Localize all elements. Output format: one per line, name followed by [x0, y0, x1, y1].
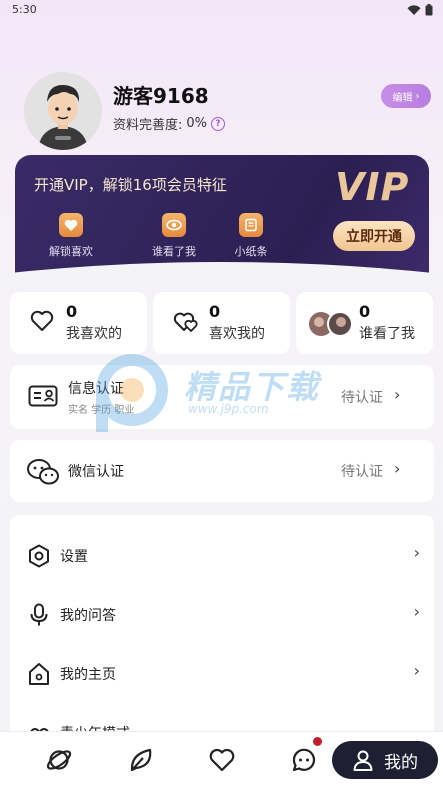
wechat-verification-status: 待认证: [341, 464, 383, 480]
heart-icon: [59, 213, 83, 237]
vip-title: 开通VIP，解锁16项会员特征: [34, 176, 227, 194]
chat-badge: [313, 737, 322, 746]
menu-item-my-homepage[interactable]: 我的主页 ›: [10, 645, 434, 703]
completeness-value: 0%: [186, 116, 208, 131]
stat-i-liked[interactable]: 0 我喜欢的: [10, 292, 147, 354]
wifi-icon: [407, 4, 421, 15]
nav-tab-mine-label: 我的: [384, 752, 418, 773]
chat-bubble-icon[interactable]: [290, 746, 318, 774]
stat-label: 喜欢我的: [209, 326, 265, 342]
stat-count: 0: [359, 302, 371, 321]
menu-label: 青少年模式: [60, 723, 130, 731]
heart-icon[interactable]: [208, 746, 236, 774]
stat-liked-me[interactable]: 0 喜欢我的: [153, 292, 290, 354]
vip-open-button[interactable]: 立即开通: [333, 221, 415, 251]
stat-count: 0: [209, 302, 221, 321]
stat-count: 0: [66, 302, 78, 321]
chevron-right-icon: ›: [394, 459, 401, 478]
menu-item-my-qa[interactable]: 我的问答 ›: [10, 586, 434, 644]
eye-icon: [162, 213, 186, 237]
vip-feature-unlock-likes[interactable]: 解锁喜欢: [41, 213, 101, 259]
profile-header: 游客9168 资料完善度: 0% ? 编辑 ›: [24, 72, 431, 152]
status-icons: [407, 4, 433, 16]
youth-mode-icon: [30, 728, 49, 731]
wechat-icon: [27, 459, 59, 485]
home-icon: [29, 663, 49, 685]
double-heart-icon: [173, 312, 198, 332]
chevron-right-icon: ›: [413, 543, 420, 562]
completeness-label: 资料完善度:: [113, 118, 183, 133]
vip-feature-who-viewed[interactable]: 谁看了我: [144, 213, 204, 259]
planet-icon[interactable]: [45, 746, 73, 774]
chevron-right-icon: ›: [413, 602, 420, 621]
chevron-right-icon: ›: [394, 385, 401, 404]
heart-outline-icon: [30, 310, 54, 331]
bottom-nav: 我的: [0, 731, 443, 789]
leaf-icon[interactable]: [127, 746, 155, 774]
chevron-right-icon: ›: [413, 661, 420, 680]
menu-label: 我的主页: [60, 667, 116, 683]
stat-label: 我喜欢的: [66, 326, 122, 342]
microphone-icon: [30, 603, 48, 626]
help-icon[interactable]: ?: [211, 116, 226, 131]
edit-label: 编辑: [392, 92, 413, 104]
profile-completeness: 资料完善度: 0% ?: [113, 114, 226, 133]
wechat-verification-card[interactable]: 微信认证 待认证 ›: [10, 440, 434, 502]
watermark-url: www.j9p.com: [188, 402, 269, 416]
vip-logo: VIP: [335, 165, 410, 209]
menu-list: 设置 › 我的问答 › 我的主页 › 青少年模式: [10, 515, 434, 745]
settings-hexagon-icon: [29, 544, 49, 568]
vip-feature-notes[interactable]: 小纸条: [221, 213, 281, 259]
id-card-icon: [28, 385, 58, 407]
person-icon: [353, 750, 373, 771]
menu-item-youth-mode[interactable]: 青少年模式: [10, 704, 434, 731]
avatar[interactable]: [24, 72, 102, 150]
username: 游客9168: [113, 84, 209, 108]
menu-label: 我的问答: [60, 608, 116, 624]
status-time: 5:30: [12, 3, 37, 16]
chevron-right-icon: ›: [415, 90, 420, 102]
menu-label: 设置: [60, 549, 88, 565]
visitor-avatars-icon: [309, 311, 353, 337]
vip-card-wave: [0, 262, 443, 286]
stat-label: 谁看了我: [359, 326, 415, 342]
stat-who-viewed-me[interactable]: 0 谁看了我: [296, 292, 433, 354]
menu-item-settings[interactable]: 设置 ›: [10, 527, 434, 585]
nav-tab-mine[interactable]: 我的: [332, 741, 438, 779]
status-bar: 5:30: [0, 0, 443, 22]
watermark-logo-icon: [96, 354, 168, 432]
note-icon: [239, 213, 263, 237]
edit-profile-button[interactable]: 编辑 ›: [381, 84, 431, 108]
wechat-verification-title: 微信认证: [68, 464, 124, 480]
watermark: 精品下载 www.j9p.com: [96, 352, 356, 432]
battery-icon: [425, 4, 433, 16]
